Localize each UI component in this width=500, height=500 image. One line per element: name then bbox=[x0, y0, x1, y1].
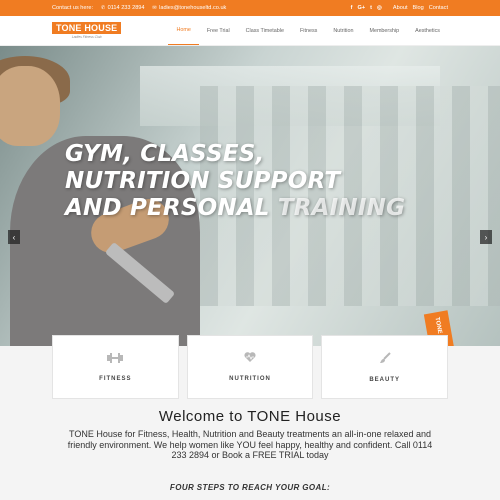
card-beauty-label: BEAUTY bbox=[369, 376, 401, 383]
main-navigation: TONE HOUSE Ladies Fitness Club Home Free… bbox=[0, 16, 500, 46]
nav-item-free-trial[interactable]: Free Trial bbox=[199, 16, 238, 45]
top-link-about[interactable]: About bbox=[393, 5, 408, 11]
nav-item-fitness[interactable]: Fitness bbox=[292, 16, 325, 45]
mail-icon: ✉ bbox=[152, 5, 157, 11]
welcome-text: TONE House for Fitness, Health, Nutritio… bbox=[67, 429, 433, 460]
card-beauty[interactable]: BEAUTY bbox=[321, 335, 449, 399]
site-logo[interactable]: TONE HOUSE Ladies Fitness Club bbox=[52, 22, 122, 39]
hero-headline: GYM, CLASSES, NUTRITION SUPPORT AND PERS… bbox=[65, 141, 405, 222]
hero-line-2: NUTRITION SUPPORT bbox=[65, 168, 341, 194]
brush-icon bbox=[379, 351, 391, 367]
heart-icon bbox=[244, 352, 256, 366]
card-nutrition-label: NUTRITION bbox=[229, 376, 271, 382]
phone-icon: ✆ bbox=[100, 5, 106, 11]
email-link[interactable]: ✉ ladies@tonehouseltd.co.uk bbox=[152, 5, 227, 11]
nav-menu: Home Free Trial Class Timetable Fitness … bbox=[168, 16, 448, 45]
logo-brand: TONE HOUSE bbox=[52, 22, 122, 34]
logo-tagline: Ladies Fitness Club bbox=[71, 35, 102, 39]
service-cards: FITNESS NUTRITION BEAUTY bbox=[52, 335, 449, 399]
nav-item-home[interactable]: Home bbox=[168, 16, 199, 45]
top-link-contact[interactable]: Contact bbox=[429, 5, 448, 11]
nav-item-membership[interactable]: Membership bbox=[361, 16, 407, 45]
card-fitness[interactable]: FITNESS bbox=[52, 335, 179, 399]
card-nutrition[interactable]: NUTRITION bbox=[186, 335, 314, 399]
hero-line-1: GYM, CLASSES, bbox=[65, 141, 265, 167]
hero-line-3: AND PERSONAL TRAINING bbox=[65, 195, 406, 221]
nav-item-nutrition[interactable]: Nutrition bbox=[325, 16, 361, 45]
top-bar: Contact us here: ✆ 0114 233 2894 ✉ ladie… bbox=[0, 0, 500, 16]
twitter-icon[interactable]: t bbox=[370, 5, 372, 11]
welcome-section: Welcome to TONE House TONE House for Fit… bbox=[0, 408, 500, 461]
welcome-title: Welcome to TONE House bbox=[158, 408, 342, 425]
card-fitness-label: FITNESS bbox=[99, 375, 132, 382]
hero-slider: GYM, CLASSES, NUTRITION SUPPORT AND PERS… bbox=[0, 46, 500, 346]
top-links: f G+ t ◎ About Blog Contact bbox=[351, 5, 448, 11]
phone-number: 0114 233 2894 bbox=[107, 5, 145, 11]
nav-item-class-timetable[interactable]: Class Timetable bbox=[238, 16, 292, 45]
google-plus-icon[interactable]: G+ bbox=[358, 5, 366, 11]
phone-link[interactable]: ✆ 0114 233 2894 bbox=[100, 5, 145, 11]
contact-label: Contact us here: bbox=[52, 5, 94, 11]
social-icons: f G+ t ◎ bbox=[351, 5, 382, 11]
steps-heading: FOUR STEPS TO REACH YOUR GOAL: bbox=[169, 483, 331, 492]
dumbbell-icon bbox=[107, 352, 124, 366]
contact-info: Contact us here: ✆ 0114 233 2894 ✉ ladie… bbox=[52, 5, 226, 11]
instagram-icon[interactable]: ◎ bbox=[377, 5, 382, 11]
slider-prev-button[interactable]: ‹ bbox=[8, 230, 20, 244]
facebook-icon[interactable]: f bbox=[351, 5, 353, 11]
email-address: ladies@tonehouseltd.co.uk bbox=[159, 5, 227, 11]
top-link-blog[interactable]: Blog bbox=[413, 5, 424, 11]
nav-item-aesthetics[interactable]: Aesthetics bbox=[407, 16, 448, 45]
slider-next-button[interactable]: › bbox=[480, 230, 492, 244]
